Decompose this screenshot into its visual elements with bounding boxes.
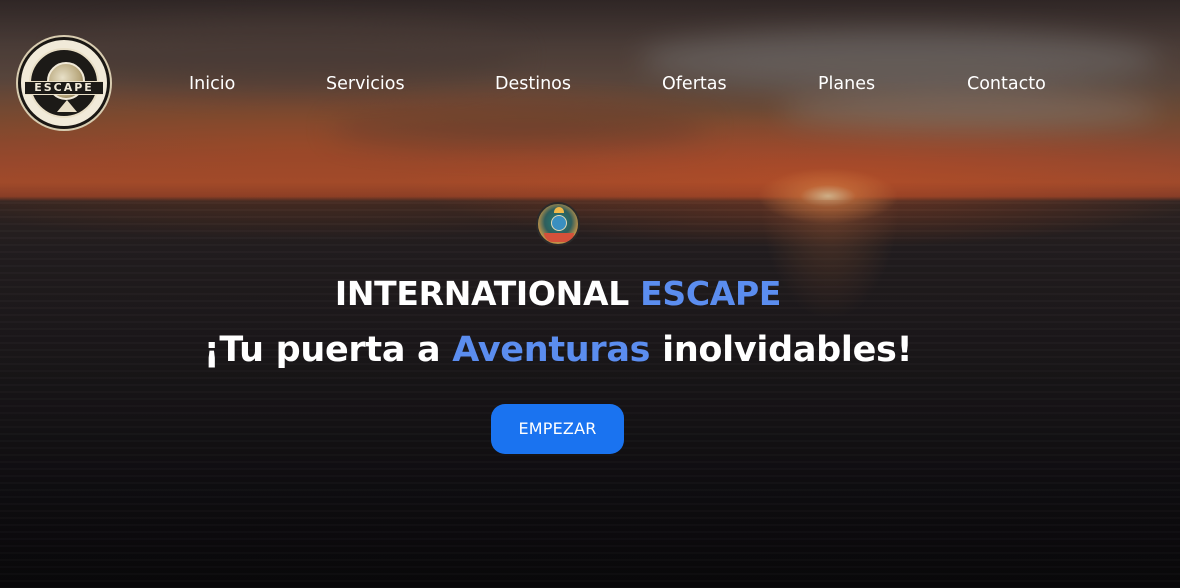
nav-link-servicios[interactable]: Servicios xyxy=(326,72,405,96)
nav-link-destinos[interactable]: Destinos xyxy=(495,72,571,96)
emblem-globe xyxy=(551,215,567,231)
travel-emblem-icon xyxy=(536,202,580,246)
start-button[interactable]: EMPEZAR xyxy=(491,404,624,454)
navbar: ESCAPE Inicio Servicios Destinos Ofertas… xyxy=(0,0,1180,168)
nav-link-ofertas[interactable]: Ofertas xyxy=(662,72,727,96)
hero-title-accent: ESCAPE xyxy=(640,274,782,313)
hero-subtitle-end: inolvidables! xyxy=(650,330,913,370)
hero-title-main: INTERNATIONAL xyxy=(334,274,641,313)
hero-subtitle-start: ¡Tu puerta a xyxy=(203,330,453,370)
hero-subtitle: ¡Tu puerta a Aventuras inolvidables! xyxy=(0,327,1116,373)
nav-link-planes[interactable]: Planes xyxy=(818,72,875,96)
hero-section: ESCAPE Inicio Servicios Destinos Ofertas… xyxy=(0,0,1180,588)
nav-links: Inicio Servicios Destinos Ofertas Planes… xyxy=(0,72,1180,96)
emblem-base xyxy=(544,233,574,242)
mountain-icon xyxy=(57,100,77,112)
nav-link-contacto[interactable]: Contacto xyxy=(967,72,1046,96)
hero-title: INTERNATIONAL ESCAPE xyxy=(0,272,1116,316)
hero-subtitle-accent: Aventuras xyxy=(452,330,651,370)
sun-shape xyxy=(554,207,564,213)
nav-link-inicio[interactable]: Inicio xyxy=(189,72,235,96)
